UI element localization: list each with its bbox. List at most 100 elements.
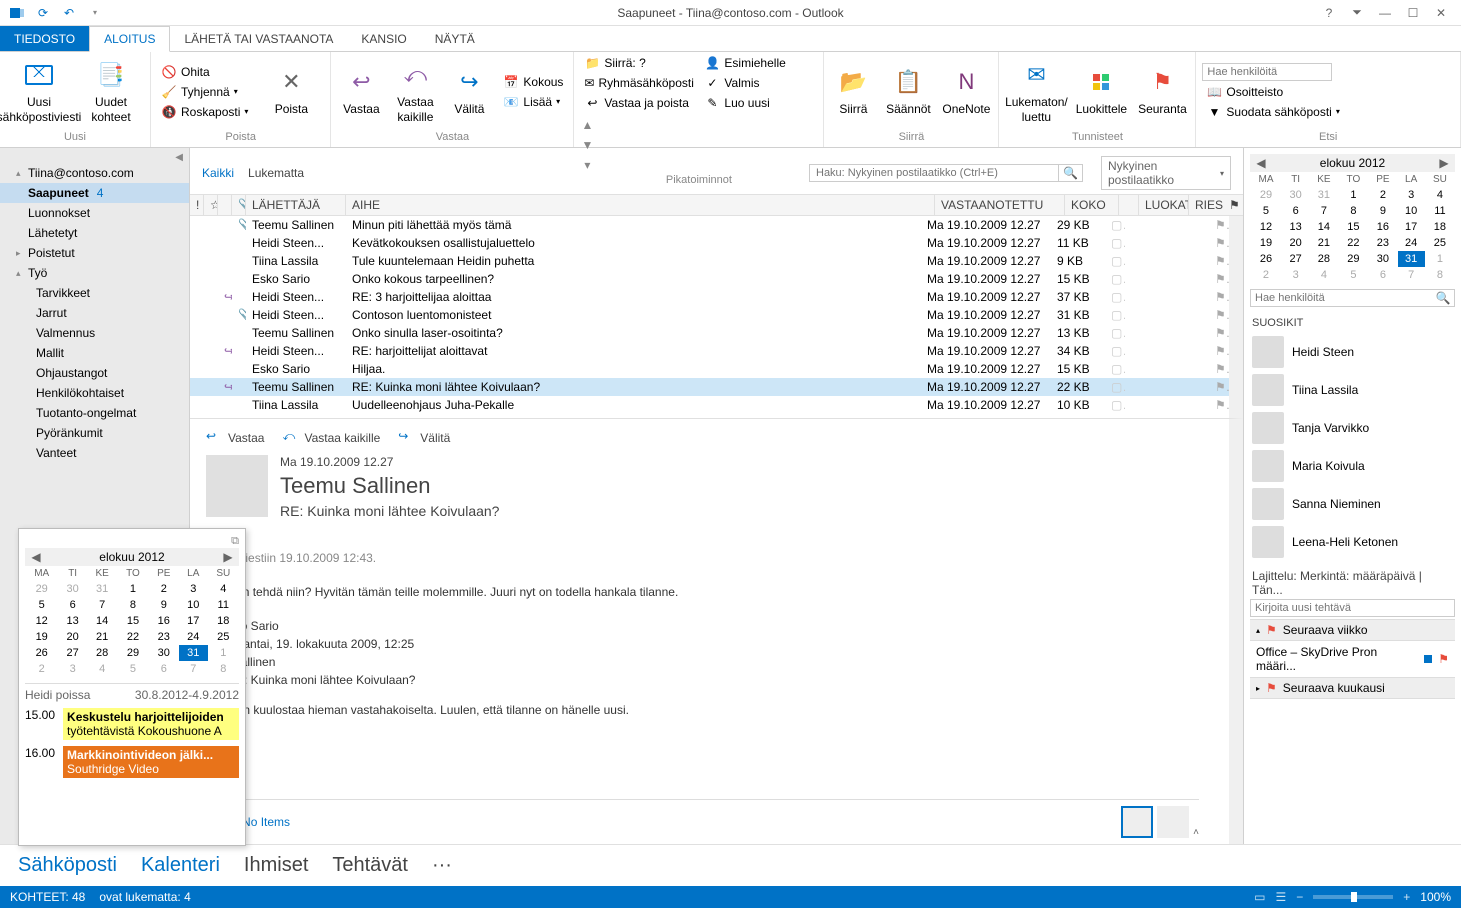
message-row[interactable]: Tiina Lassila Tule kuuntelemaan Heidin p… <box>190 252 1229 270</box>
nav-people[interactable]: Ihmiset <box>244 854 308 877</box>
quick-team-button[interactable]: ✉Ryhmäsähköposti <box>580 74 694 92</box>
message-row[interactable]: Tiina Lassila Uudelleenohjaus Juha-Pekal… <box>190 396 1229 414</box>
people-expand-icon[interactable]: ˄ <box>1193 827 1199 838</box>
search-icon[interactable]: 🔍 <box>1059 164 1083 182</box>
folder-ohjaustangot[interactable]: Ohjaustangot <box>0 363 189 383</box>
undo-icon[interactable]: ↶ <box>60 4 78 22</box>
collapse-nav-icon[interactable]: ◀ <box>0 152 189 163</box>
message-list-header[interactable]: ! ☆ 📎 LÄHETTÄJÄ AIHE VASTAANOTETTU KOKO … <box>190 194 1243 216</box>
message-row[interactable]: Heidi Steen... Kevätkokouksen osallistuj… <box>190 234 1229 252</box>
help-icon[interactable]: ? <box>1317 3 1341 23</box>
new-email-button[interactable]: Uusi sähköpostiviesti <box>6 57 72 126</box>
quick-up-icon[interactable]: ▲ <box>581 118 593 132</box>
people-search-input[interactable] <box>1251 290 1432 306</box>
search-scope-dropdown[interactable]: Nykyinen postilaatikko▾ <box>1101 156 1231 190</box>
task-group-next-month[interactable]: ▸⚑Seuraava kuukausi <box>1250 677 1455 699</box>
peek-calendar-grid[interactable]: MATIKETOPELASU29303112345678910111213141… <box>25 566 239 677</box>
minimize-icon[interactable]: — <box>1373 3 1397 23</box>
filter-unread[interactable]: Lukematta <box>248 166 304 180</box>
nav-more-icon[interactable]: ··· <box>432 854 452 877</box>
search-mail-input[interactable] <box>809 164 1059 182</box>
filter-email-button[interactable]: ▼Suodata sähköposti▾ <box>1202 103 1343 121</box>
nav-mail[interactable]: Sähköposti <box>18 854 117 877</box>
people-avatar-2[interactable] <box>1157 806 1189 838</box>
favorite-contact[interactable]: Leena-Heli Ketonen <box>1250 523 1455 561</box>
folder-tuotanto-ongelmat[interactable]: Tuotanto-ongelmat <box>0 403 189 423</box>
ribbon-display-icon[interactable]: ⏷ <box>1345 3 1369 23</box>
message-row[interactable]: Teemu Sallinen Onko sinulla laser-osoiti… <box>190 324 1229 342</box>
forward-button[interactable]: ↪Välitä <box>445 64 493 118</box>
maximize-icon[interactable]: ☐ <box>1401 3 1425 23</box>
favorite-contact[interactable]: Tiina Lassila <box>1250 371 1455 409</box>
folder-deleted[interactable]: ▸Poistetut <box>0 243 189 263</box>
tab-send-receive[interactable]: LÄHETÄ TAI VASTAANOTA <box>170 26 347 51</box>
favorite-contact[interactable]: Sanna Nieminen <box>1250 485 1455 523</box>
meeting-button[interactable]: 📅Kokous <box>499 73 567 91</box>
task-item[interactable]: Office – SkyDrive Pron määri...⚑ <box>1250 643 1455 675</box>
view-normal-icon[interactable]: ▭ <box>1254 890 1265 904</box>
tab-home[interactable]: ALOITUS <box>89 26 170 52</box>
quick-to-boss-button[interactable]: 👤Esimiehelle <box>700 54 804 72</box>
reading-reply-button[interactable]: ↩Vastaa <box>206 429 264 447</box>
new-items-button[interactable]: 📑Uudet kohteet <box>78 57 144 126</box>
ignore-button[interactable]: 🚫Ohita <box>157 63 252 81</box>
peek-prev-month-icon[interactable]: ◀ <box>29 550 43 564</box>
close-icon[interactable]: ✕ <box>1429 3 1453 23</box>
reading-forward-button[interactable]: ↪Välitä <box>398 429 450 447</box>
todo-next-month-icon[interactable]: ▶ <box>1437 156 1451 170</box>
zoom-slider[interactable] <box>1313 895 1393 899</box>
filter-all[interactable]: Kaikki <box>202 166 234 180</box>
zoom-out-icon[interactable]: − <box>1296 890 1303 904</box>
favorite-contact[interactable]: Maria Koivula <box>1250 447 1455 485</box>
folder-mallit[interactable]: Mallit <box>0 343 189 363</box>
quick-reply-delete-button[interactable]: ↩Vastaa ja poista <box>580 94 694 112</box>
message-row[interactable]: ↪ Heidi Steen... RE: 3 harjoittelijaa al… <box>190 288 1229 306</box>
message-row[interactable]: Esko Sario Hiljaa. Ma 19.10.2009 12.27 1… <box>190 360 1229 378</box>
message-row[interactable]: Esko Sario Onko kokous tarpeellinen? Ma … <box>190 270 1229 288</box>
zoom-in-icon[interactable]: + <box>1403 890 1410 904</box>
todo-calendar-grid[interactable]: MATIKETOPELASU29303112345678910111213141… <box>1250 172 1455 283</box>
onenote-button[interactable]: NOneNote <box>940 64 992 118</box>
reading-reply-all-button[interactable]: ⤺Vastaa kaikille <box>282 429 380 447</box>
delete-button[interactable]: ✕Poista <box>258 64 324 118</box>
qat-dropdown-icon[interactable]: ▾ <box>86 4 104 22</box>
message-row[interactable]: 📎 Teemu Sallinen Minun piti lähettää myö… <box>190 216 1229 234</box>
tab-view[interactable]: NÄYTÄ <box>421 26 489 51</box>
follow-up-button[interactable]: ⚑Seuranta <box>1135 64 1189 118</box>
nav-calendar[interactable]: Kalenteri <box>141 854 220 877</box>
rules-button[interactable]: 📋Säännöt <box>882 64 934 118</box>
clean-up-button[interactable]: 🧹Tyhjennä▾ <box>157 83 252 101</box>
message-row[interactable]: ↪ Teemu Sallinen RE: Kuinka moni lähtee … <box>190 378 1229 396</box>
move-button[interactable]: 📂Siirrä <box>830 64 876 118</box>
folder-inbox[interactable]: Saapuneet4 <box>0 183 189 203</box>
message-row[interactable]: ↪ Heidi Steen... RE: harjoittelijat aloi… <box>190 342 1229 360</box>
todo-prev-month-icon[interactable]: ◀ <box>1254 156 1268 170</box>
address-book-button[interactable]: 📖Osoitteisto <box>1202 83 1343 101</box>
more-respond-button[interactable]: 📧Lisää▾ <box>499 93 567 111</box>
peek-next-month-icon[interactable]: ▶ <box>221 550 235 564</box>
message-row[interactable]: 📎 Heidi Steen... Contoson luentomonistee… <box>190 306 1229 324</box>
folder-sent[interactable]: Lähetetyt <box>0 223 189 243</box>
favorite-contact[interactable]: Tanja Varvikko <box>1250 409 1455 447</box>
tab-file[interactable]: TIEDOSTO <box>0 26 89 51</box>
folder-henkilökohtaiset[interactable]: Henkilökohtaiset <box>0 383 189 403</box>
reply-all-button[interactable]: ⤺Vastaa kaikille <box>391 57 439 126</box>
people-avatar-1[interactable] <box>1121 806 1153 838</box>
task-group-next-week[interactable]: ▴⚑Seuraava viikko <box>1250 619 1455 641</box>
work-node[interactable]: ▴Työ <box>0 263 189 283</box>
quick-create-button[interactable]: ✎Luo uusi <box>700 94 804 112</box>
favorite-contact[interactable]: Heidi Steen <box>1250 333 1455 371</box>
folder-jarrut[interactable]: Jarrut <box>0 303 189 323</box>
view-reading-icon[interactable]: ☰ <box>1276 890 1287 904</box>
reply-button[interactable]: ↩Vastaa <box>337 64 385 118</box>
junk-button[interactable]: 🚯Roskaposti▾ <box>157 103 252 121</box>
peek-dock-icon[interactable]: ⧉ <box>25 535 239 548</box>
quick-move-button[interactable]: 📁Siirrä: ? <box>580 54 694 72</box>
categorize-button[interactable]: Luokittele <box>1073 64 1129 118</box>
new-task-input[interactable] <box>1250 599 1455 617</box>
folder-vanteet[interactable]: Vanteet <box>0 443 189 463</box>
message-list[interactable]: 📎 Teemu Sallinen Minun piti lähettää myö… <box>190 216 1243 418</box>
tab-folder[interactable]: KANSIO <box>347 26 420 51</box>
folder-valmennus[interactable]: Valmennus <box>0 323 189 343</box>
folder-tarvikkeet[interactable]: Tarvikkeet <box>0 283 189 303</box>
